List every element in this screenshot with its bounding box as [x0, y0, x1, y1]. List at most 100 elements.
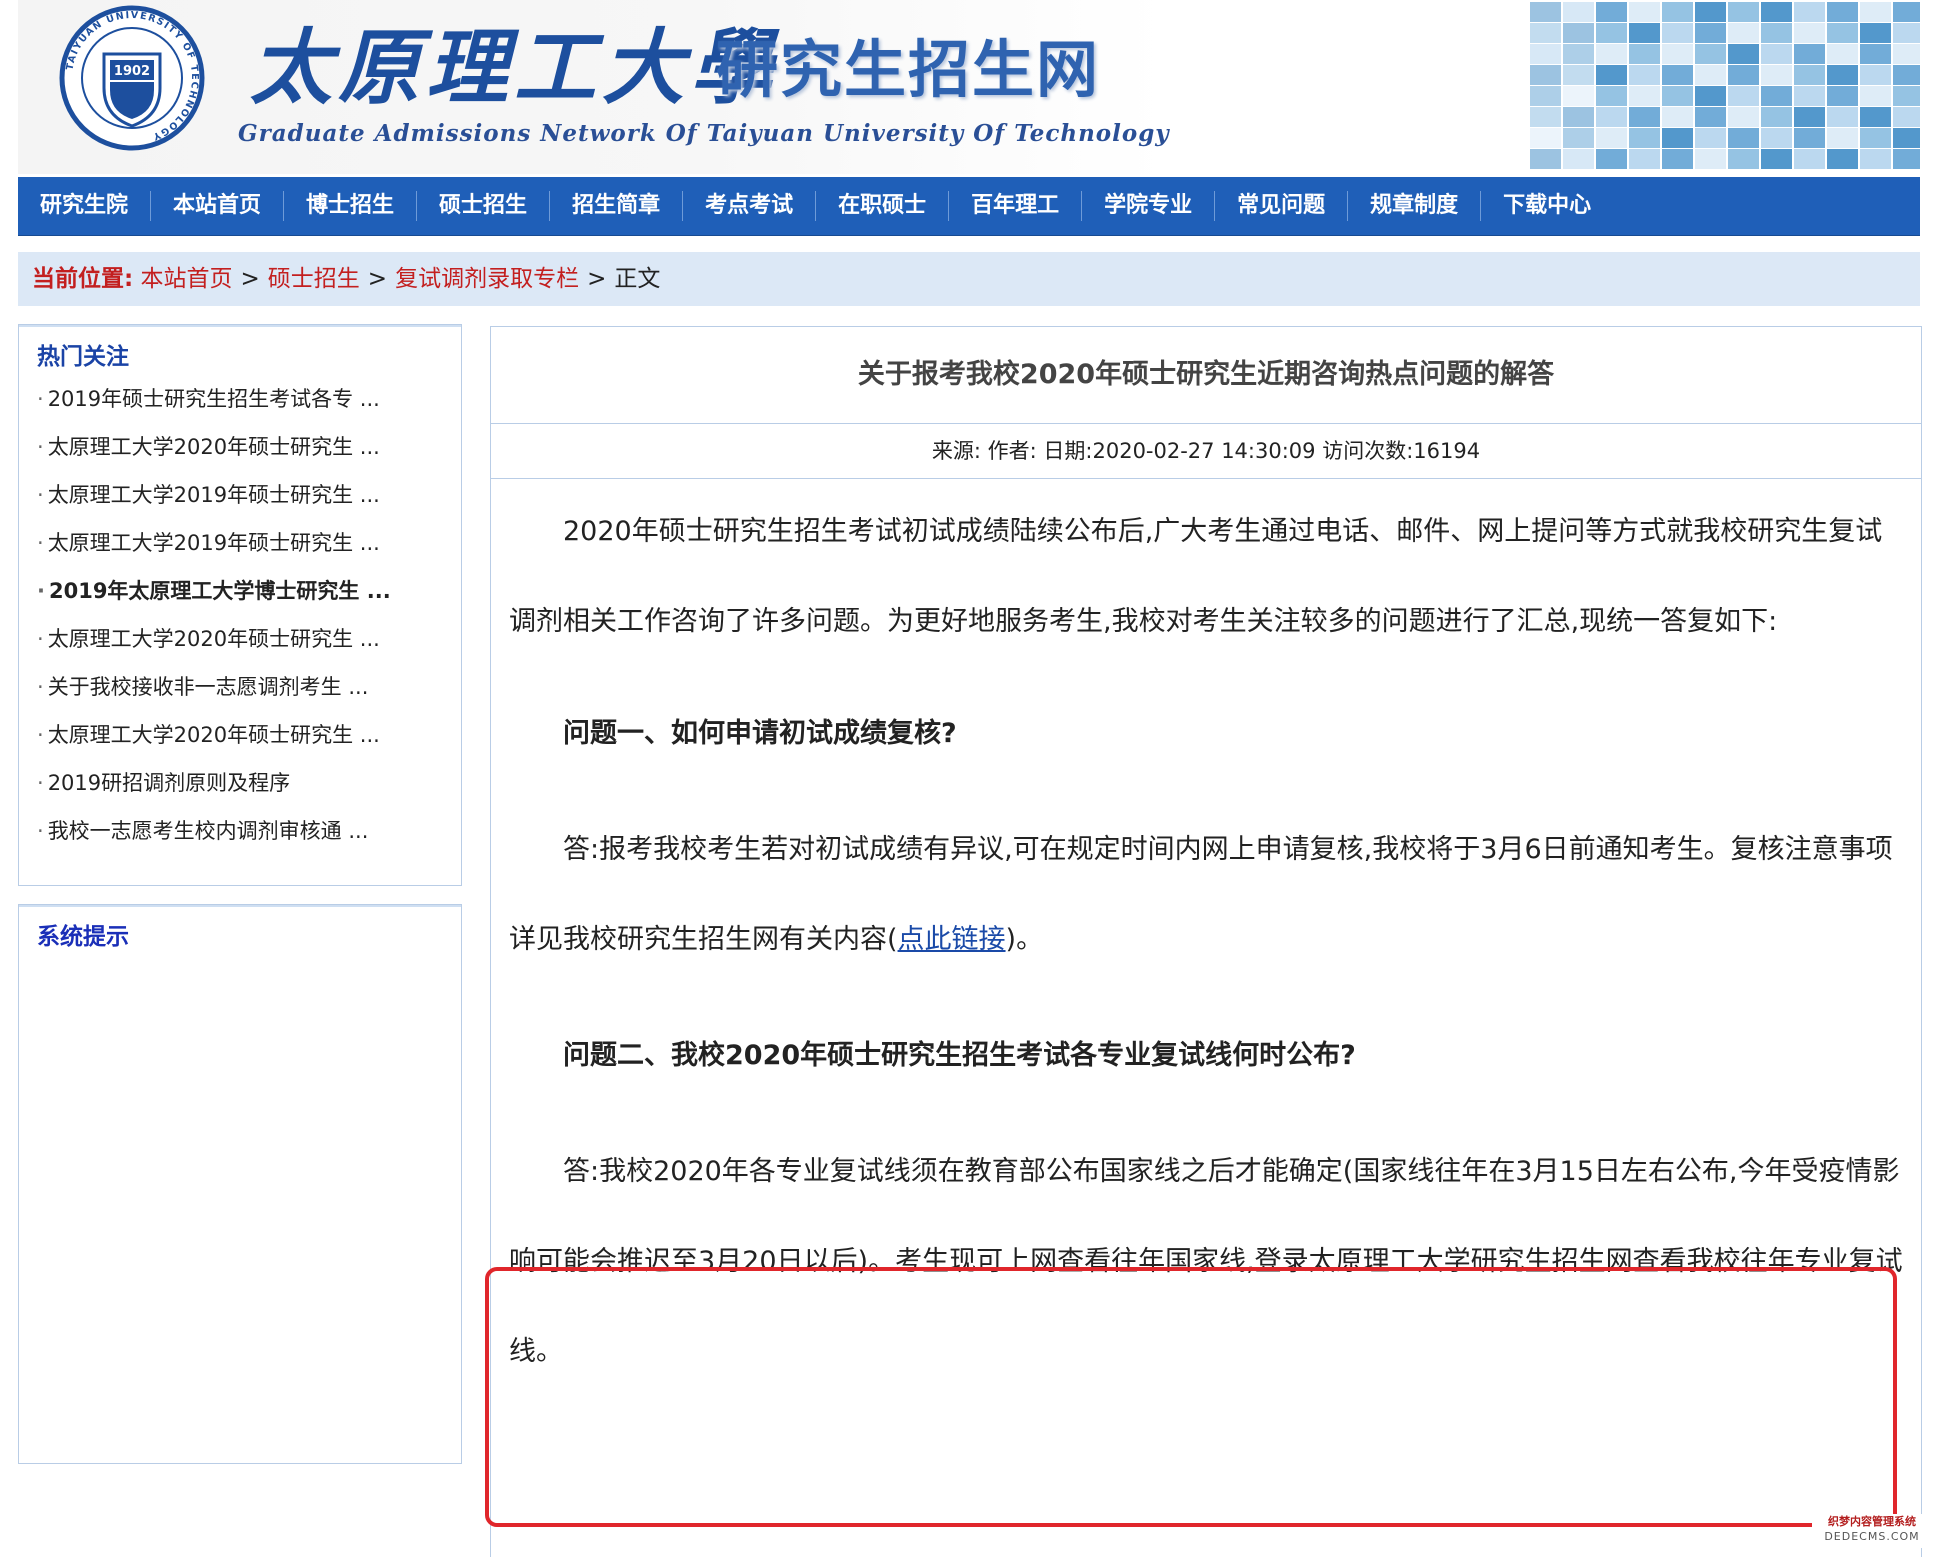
- mosaic-tile: [1728, 107, 1759, 127]
- bullet-icon: ·: [37, 435, 44, 459]
- mosaic-tile: [1893, 23, 1920, 43]
- mosaic-tile: [1860, 2, 1891, 22]
- hot-topic-text: 我校一志愿考生校内调剂审核通 ...: [47, 819, 369, 843]
- mosaic-tile: [1629, 86, 1660, 106]
- breadcrumb-separator: >: [587, 266, 607, 292]
- mosaic-tile: [1662, 23, 1693, 43]
- answer-1-text: 答:报考我校考生若对初试成绩有异议,可在规定时间内网上申请复核,我校将于3月6日…: [509, 834, 1893, 955]
- mosaic-tile: [1893, 44, 1920, 64]
- breadcrumb-separator: >: [240, 266, 260, 292]
- bullet-icon: ·: [37, 675, 44, 699]
- mosaic-tile: [1827, 2, 1858, 22]
- site-header: TAIYUAN UNIVERSITY OF TECHNOLOGY 1902 太原…: [18, 0, 1920, 174]
- system-tips-title: 系统提示: [19, 905, 461, 955]
- hot-topic-item[interactable]: · 太原理工大学2020年硕士研究生 ...: [19, 711, 461, 759]
- mosaic-tile: [1596, 149, 1627, 169]
- mosaic-tile: [1662, 149, 1693, 169]
- nav-item[interactable]: 本站首页: [150, 191, 283, 221]
- mosaic-tile: [1860, 44, 1891, 64]
- mosaic-tile: [1629, 107, 1660, 127]
- main-nav: 研究生院 本站首页 博士招生 硕士招生 招生简章 考点考试 在职硕士 百年理工 学院专业 常见问题…: [18, 177, 1920, 236]
- hot-topic-text: 2019研招调剂原则及程序: [47, 771, 291, 795]
- logo-year: 1902: [114, 64, 150, 79]
- breadcrumb-masters-link[interactable]: 硕士招生: [268, 266, 360, 292]
- mosaic-tile: [1563, 44, 1594, 64]
- mosaic-tile: [1530, 149, 1561, 169]
- hot-topic-item[interactable]: · 关于我校接收非一志愿调剂考生 ...: [19, 663, 461, 711]
- nav-item[interactable]: 常见问题: [1214, 191, 1347, 221]
- click-here-link[interactable]: 点此链接: [898, 924, 1006, 955]
- mosaic-tile: [1530, 44, 1561, 64]
- mosaic-tile: [1695, 65, 1726, 85]
- hot-topic-item[interactable]: · 太原理工大学2019年硕士研究生 ...: [19, 519, 461, 567]
- hot-topic-text: 2019年太原理工大学博士研究生 ...: [48, 579, 391, 603]
- breadcrumb-home-link[interactable]: 本站首页: [141, 266, 233, 292]
- hot-topic-text: 太原理工大学2020年硕士研究生 ...: [47, 627, 380, 651]
- mosaic-tile: [1761, 2, 1792, 22]
- nav-item[interactable]: 规章制度: [1347, 191, 1480, 221]
- mosaic-tile: [1596, 107, 1627, 127]
- mosaic-tile: [1629, 23, 1660, 43]
- mosaic-tile: [1662, 128, 1693, 148]
- nav-item[interactable]: 学院专业: [1081, 191, 1214, 221]
- bullet-icon: ·: [37, 483, 44, 507]
- nav-item[interactable]: 研究生院: [18, 191, 150, 221]
- bullet-icon: ·: [37, 387, 44, 411]
- mosaic-tile: [1728, 44, 1759, 64]
- answer-1: 答:报考我校考生若对初试成绩有异议,可在规定时间内网上申请复核,我校将于3月6日…: [509, 805, 1903, 985]
- mosaic-tile: [1530, 128, 1561, 148]
- mosaic-tile: [1563, 65, 1594, 85]
- nav-item[interactable]: 在职硕士: [815, 191, 948, 221]
- nav-item[interactable]: 博士招生: [283, 191, 416, 221]
- hot-topic-item[interactable]: · 2019年硕士研究生招生考试各专 ...: [19, 375, 461, 423]
- hot-topic-item[interactable]: · 我校一志愿考生校内调剂审核通 ...: [19, 807, 461, 855]
- mosaic-tile: [1695, 128, 1726, 148]
- question-2: 问题二、我校2020年硕士研究生招生考试各专业复试线何时公布?: [563, 1040, 1356, 1071]
- mosaic-tile: [1761, 65, 1792, 85]
- bullet-icon: ·: [37, 771, 44, 795]
- mosaic-tile: [1629, 128, 1660, 148]
- mosaic-tile: [1728, 128, 1759, 148]
- hot-topics-list: · 2019年硕士研究生招生考试各专 ... · 太原理工大学2020年硕士研究生 .…: [19, 375, 461, 855]
- article-body: 2020年硕士研究生招生考试初试成绩陆续公布后,广大考生通过电话、邮件、网上提问…: [485, 479, 1921, 1527]
- nav-item[interactable]: 下载中心: [1480, 191, 1613, 221]
- hot-topic-item[interactable]: · 2019年太原理工大学博士研究生 ...: [19, 567, 461, 615]
- mosaic-tile: [1563, 2, 1594, 22]
- hot-topic-text: 太原理工大学2020年硕士研究生 ...: [47, 723, 380, 747]
- mosaic-tile: [1761, 107, 1792, 127]
- mosaic-tile: [1794, 128, 1825, 148]
- mosaic-tile: [1827, 128, 1858, 148]
- nav-item[interactable]: 招生简章: [549, 191, 682, 221]
- mosaic-tile: [1761, 86, 1792, 106]
- mosaic-tile: [1662, 107, 1693, 127]
- mosaic-tile: [1728, 86, 1759, 106]
- breadcrumb-column-link[interactable]: 复试调剂录取专栏: [395, 266, 579, 292]
- mosaic-tile: [1629, 149, 1660, 169]
- mosaic-tile: [1596, 2, 1627, 22]
- mosaic-tile: [1728, 2, 1759, 22]
- mosaic-tile: [1662, 65, 1693, 85]
- hot-topic-item[interactable]: · 太原理工大学2020年硕士研究生 ...: [19, 423, 461, 471]
- mosaic-tile: [1563, 23, 1594, 43]
- hot-topic-item[interactable]: · 2019研招调剂原则及程序: [19, 759, 461, 807]
- site-subtitle: Graduate Admissions Network Of Taiyuan U…: [238, 120, 1170, 147]
- bullet-icon: ·: [37, 579, 45, 603]
- mosaic-tile: [1893, 128, 1920, 148]
- mosaic-tile: [1860, 86, 1891, 106]
- nav-item[interactable]: 硕士招生: [416, 191, 549, 221]
- hot-topic-item[interactable]: · 太原理工大学2020年硕士研究生 ...: [19, 615, 461, 663]
- mosaic-tile: [1695, 44, 1726, 64]
- mosaic-tile: [1662, 44, 1693, 64]
- mosaic-tile: [1596, 86, 1627, 106]
- mosaic-tile: [1530, 23, 1561, 43]
- mosaic-tile: [1596, 128, 1627, 148]
- hot-topic-item[interactable]: · 太原理工大学2019年硕士研究生 ...: [19, 471, 461, 519]
- nav-item[interactable]: 百年理工: [948, 191, 1081, 221]
- university-seal-logo[interactable]: TAIYUAN UNIVERSITY OF TECHNOLOGY 1902: [58, 4, 206, 152]
- mosaic-tile: [1794, 86, 1825, 106]
- hot-topic-text: 太原理工大学2019年硕士研究生 ...: [47, 483, 380, 507]
- mosaic-tile: [1761, 128, 1792, 148]
- nav-item[interactable]: 考点考试: [682, 191, 815, 221]
- mosaic-tile: [1794, 149, 1825, 169]
- dedecms-watermark: 织梦内容管理系统 DEDECMS.COM: [1812, 1514, 1932, 1548]
